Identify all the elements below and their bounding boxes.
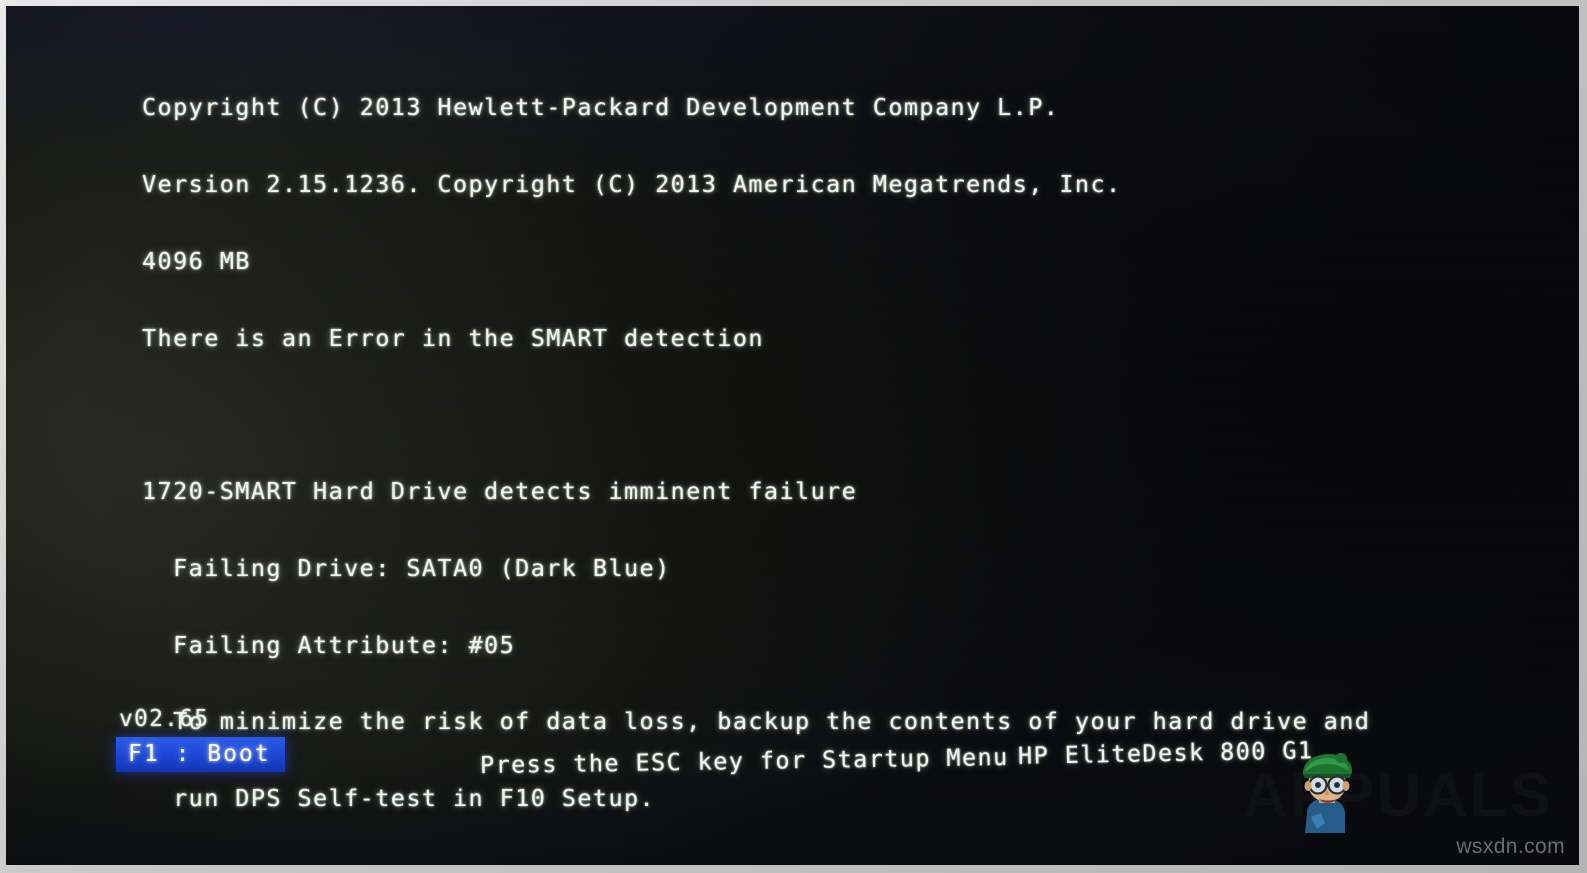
bios-message-block: Copyright (C) 2013 Hewlett-Packard Devel… xyxy=(142,44,1522,863)
smart-detection-line: There is an Error in the SMART detection xyxy=(142,323,764,352)
memory-size-line: 4096 MB xyxy=(142,246,251,275)
appuals-watermark: APPUALS xyxy=(1242,753,1553,833)
failing-attribute-line: Failing Attribute: #05 xyxy=(142,630,516,659)
smart-error-code-line: 1720-SMART Hard Drive detects imminent f… xyxy=(142,477,858,506)
f1-boot-option[interactable]: F1 : Boot xyxy=(116,737,285,772)
footer-left-group: v02.65 F1 : Boot xyxy=(116,706,285,772)
source-site-watermark: wsxdn.com xyxy=(1456,835,1565,858)
bios-revision-label: v02.65 xyxy=(119,706,210,732)
appuals-watermark-text: APPUALS xyxy=(1242,761,1553,830)
advice-line-1: To minimize the risk of data loss, backu… xyxy=(142,707,1371,736)
appuals-mascot-icon xyxy=(1302,753,1352,833)
copyright-hp-line: Copyright (C) 2013 Hewlett-Packard Devel… xyxy=(142,93,1060,122)
bios-screen: Copyright (C) 2013 Hewlett-Packard Devel… xyxy=(6,6,1579,865)
failing-drive-line: Failing Drive: SATA0 (Dark Blue) xyxy=(142,553,671,582)
bios-version-line: Version 2.15.1236. Copyright (C) 2013 Am… xyxy=(142,169,1122,198)
photo-frame: Copyright (C) 2013 Hewlett-Packard Devel… xyxy=(0,0,1587,873)
